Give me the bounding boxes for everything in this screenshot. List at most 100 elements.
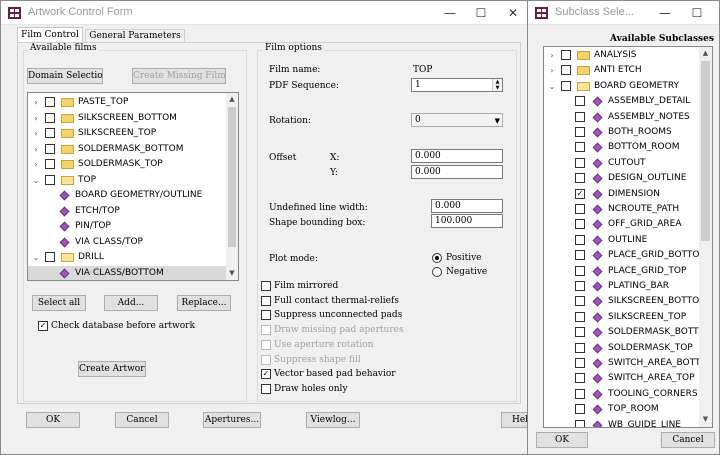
tree-row-checkbox[interactable]	[575, 111, 585, 122]
film-option-checkbox[interactable]	[261, 339, 271, 350]
create-artwork-button[interactable]: Create Artwork	[78, 361, 146, 377]
scroll-up-icon[interactable]: ▲	[226, 95, 238, 103]
help-button[interactable]: Help	[501, 412, 528, 428]
scroll-down-icon[interactable]: ▼	[226, 269, 238, 277]
film-option-checkbox[interactable]: ✓	[261, 369, 271, 380]
tree-row-checkbox[interactable]	[575, 265, 585, 276]
offset-y-input[interactable]: 0.000	[411, 165, 503, 179]
close-button[interactable]: ✕	[499, 3, 527, 23]
tree-row-checkbox[interactable]	[575, 173, 585, 184]
tree-row-checkbox[interactable]	[575, 96, 585, 107]
maximize-button[interactable]: ☐	[467, 3, 495, 23]
positive-radio[interactable]	[432, 253, 442, 263]
tree-row-checkbox[interactable]	[575, 142, 585, 153]
tree-row-checkbox[interactable]	[561, 50, 571, 60]
tree-row-checkbox[interactable]: ✓	[575, 188, 585, 199]
tree-row-checkbox[interactable]	[45, 252, 55, 262]
create-missing-films-button[interactable]: Create Missing Films	[132, 68, 226, 84]
shape-bounding-box-input[interactable]: 100.000	[431, 214, 503, 228]
tree-row-checkbox[interactable]	[575, 388, 585, 399]
tree-row[interactable]: NCROUTE_PATH	[544, 202, 712, 217]
tree-row[interactable]: BOTTOM_ROOM	[544, 140, 712, 155]
tree-row[interactable]: SILKSCREEN_BOTTOM	[544, 294, 712, 309]
tree-row-checkbox[interactable]	[45, 174, 55, 185]
tree-row[interactable]: VIA CLASS/BOTTOM	[28, 265, 238, 280]
cancel-button[interactable]: Cancel	[115, 412, 169, 428]
tree-row-checkbox[interactable]	[575, 342, 585, 353]
subclass-tree[interactable]: › ANALYSIS › ANTI ETCH ⌄ BOARD GEOMETRY ASSEMB…	[543, 46, 713, 428]
tree-row[interactable]: WB_GUIDE_LINE	[544, 418, 712, 427]
scroll-thumb[interactable]	[228, 107, 236, 247]
add-button[interactable]: Add...	[104, 295, 158, 311]
tree-row-checkbox[interactable]	[561, 80, 571, 91]
tree-row[interactable]: PLACE_GRID_BOTTOM	[544, 248, 712, 263]
tree-row[interactable]: CUTOUT	[544, 156, 712, 171]
film-option-checkbox[interactable]	[261, 354, 271, 365]
tree-row[interactable]: PIN/TOP	[28, 219, 238, 234]
subclass-ok-button[interactable]: OK	[536, 432, 588, 448]
tab-film-control[interactable]: Film Control	[17, 27, 83, 43]
subclass-cancel-button[interactable]: Cancel	[661, 432, 715, 448]
tree-row[interactable]: ✓ DIMENSION	[544, 187, 712, 202]
tree-row-checkbox[interactable]	[575, 127, 585, 137]
tree-row-checkbox[interactable]	[561, 65, 571, 76]
film-option-checkbox[interactable]	[261, 295, 271, 306]
tree-row[interactable]: PLACE_GRID_TOP	[544, 264, 712, 279]
domain-selection-button[interactable]: Domain Selection	[27, 68, 103, 84]
chevron-right-icon[interactable]: ›	[548, 48, 556, 63]
tree-row[interactable]: VIA CLASS/TOP	[28, 235, 238, 250]
minimize-button[interactable]: —	[651, 3, 679, 23]
tree-row[interactable]: › SILKSCREEN_BOTTOM	[28, 111, 238, 126]
scroll-down-icon[interactable]: ▼	[699, 415, 712, 423]
chevron-right-icon[interactable]: ›	[548, 63, 556, 78]
chevron-right-icon[interactable]: ›	[32, 95, 40, 110]
tree-row[interactable]: › PASTE_TOP	[28, 95, 238, 110]
tree-row[interactable]: SILKSCREEN_TOP	[544, 310, 712, 325]
spin-arrows-icon[interactable]: ▲ ▼	[492, 79, 502, 91]
chevron-right-icon[interactable]: ›	[32, 126, 40, 141]
pdf-sequence-spinner[interactable]: 1 ▲ ▼	[411, 78, 503, 92]
tree-row-checkbox[interactable]	[45, 112, 55, 123]
tree-row-checkbox[interactable]	[575, 234, 585, 245]
tree-row[interactable]: TOP_ROOM	[544, 402, 712, 417]
offset-x-input[interactable]: 0.000	[411, 149, 503, 163]
chevron-right-icon[interactable]: ›	[32, 142, 40, 157]
select-all-button[interactable]: Select all	[32, 295, 86, 311]
tree-row-checkbox[interactable]	[575, 157, 585, 168]
tree-row[interactable]: TOOLING_CORNERS	[544, 387, 712, 402]
tree-row[interactable]: ASSEMBLY_DETAIL	[544, 94, 712, 109]
tree-row-checkbox[interactable]	[575, 204, 585, 214]
rotation-select[interactable]: 0 ▼	[411, 113, 503, 127]
film-option-checkbox[interactable]	[261, 310, 271, 321]
tree-row[interactable]: ⌄ BOARD GEOMETRY	[544, 79, 712, 94]
tree-row-checkbox[interactable]	[575, 311, 585, 322]
tree-row[interactable]: SOLDERMASK_TOP	[544, 341, 712, 356]
tree-row[interactable]: OFF_GRID_AREA	[544, 217, 712, 232]
tree-row-checkbox[interactable]	[575, 281, 585, 291]
apertures-button[interactable]: Apertures...	[203, 412, 261, 428]
undefined-line-width-input[interactable]: 0.000	[431, 199, 503, 213]
tree-row[interactable]: OUTLINE	[544, 233, 712, 248]
film-option-checkbox[interactable]	[261, 325, 271, 336]
tree-row[interactable]: BOARD GEOMETRY/OUTLINE	[28, 188, 238, 203]
chevron-right-icon[interactable]: ›	[32, 157, 40, 172]
films-tree[interactable]: › PASTE_TOP › SILKSCREEN_BOTTOM › SILKSCREEN_…	[27, 92, 239, 281]
ok-button[interactable]: OK	[26, 412, 80, 428]
scroll-thumb[interactable]	[701, 61, 710, 241]
chevron-right-icon[interactable]: ›	[32, 111, 40, 126]
tree-row-checkbox[interactable]	[45, 128, 55, 138]
tree-row[interactable]: ⌄ DRILL	[28, 250, 238, 265]
negative-radio[interactable]	[432, 267, 442, 277]
replace-button[interactable]: Replace...	[177, 295, 231, 311]
tree-row[interactable]: › ANTI ETCH	[544, 63, 712, 78]
check-database-checkbox[interactable]: ✓	[38, 321, 48, 331]
films-scrollbar[interactable]: ▲ ▼	[226, 93, 238, 280]
tree-row-checkbox[interactable]	[45, 97, 55, 107]
tree-row-checkbox[interactable]	[575, 404, 585, 415]
tree-row[interactable]: › SOLDERMASK_TOP	[28, 157, 238, 172]
tree-row[interactable]: ASSEMBLY_NOTES	[544, 110, 712, 125]
subclass-scrollbar[interactable]: ▲ ▼	[699, 47, 712, 427]
tree-row[interactable]: › ANALYSIS	[544, 48, 712, 63]
tree-row-checkbox[interactable]	[575, 358, 585, 368]
tree-row[interactable]: ETCH/TOP	[28, 204, 238, 219]
